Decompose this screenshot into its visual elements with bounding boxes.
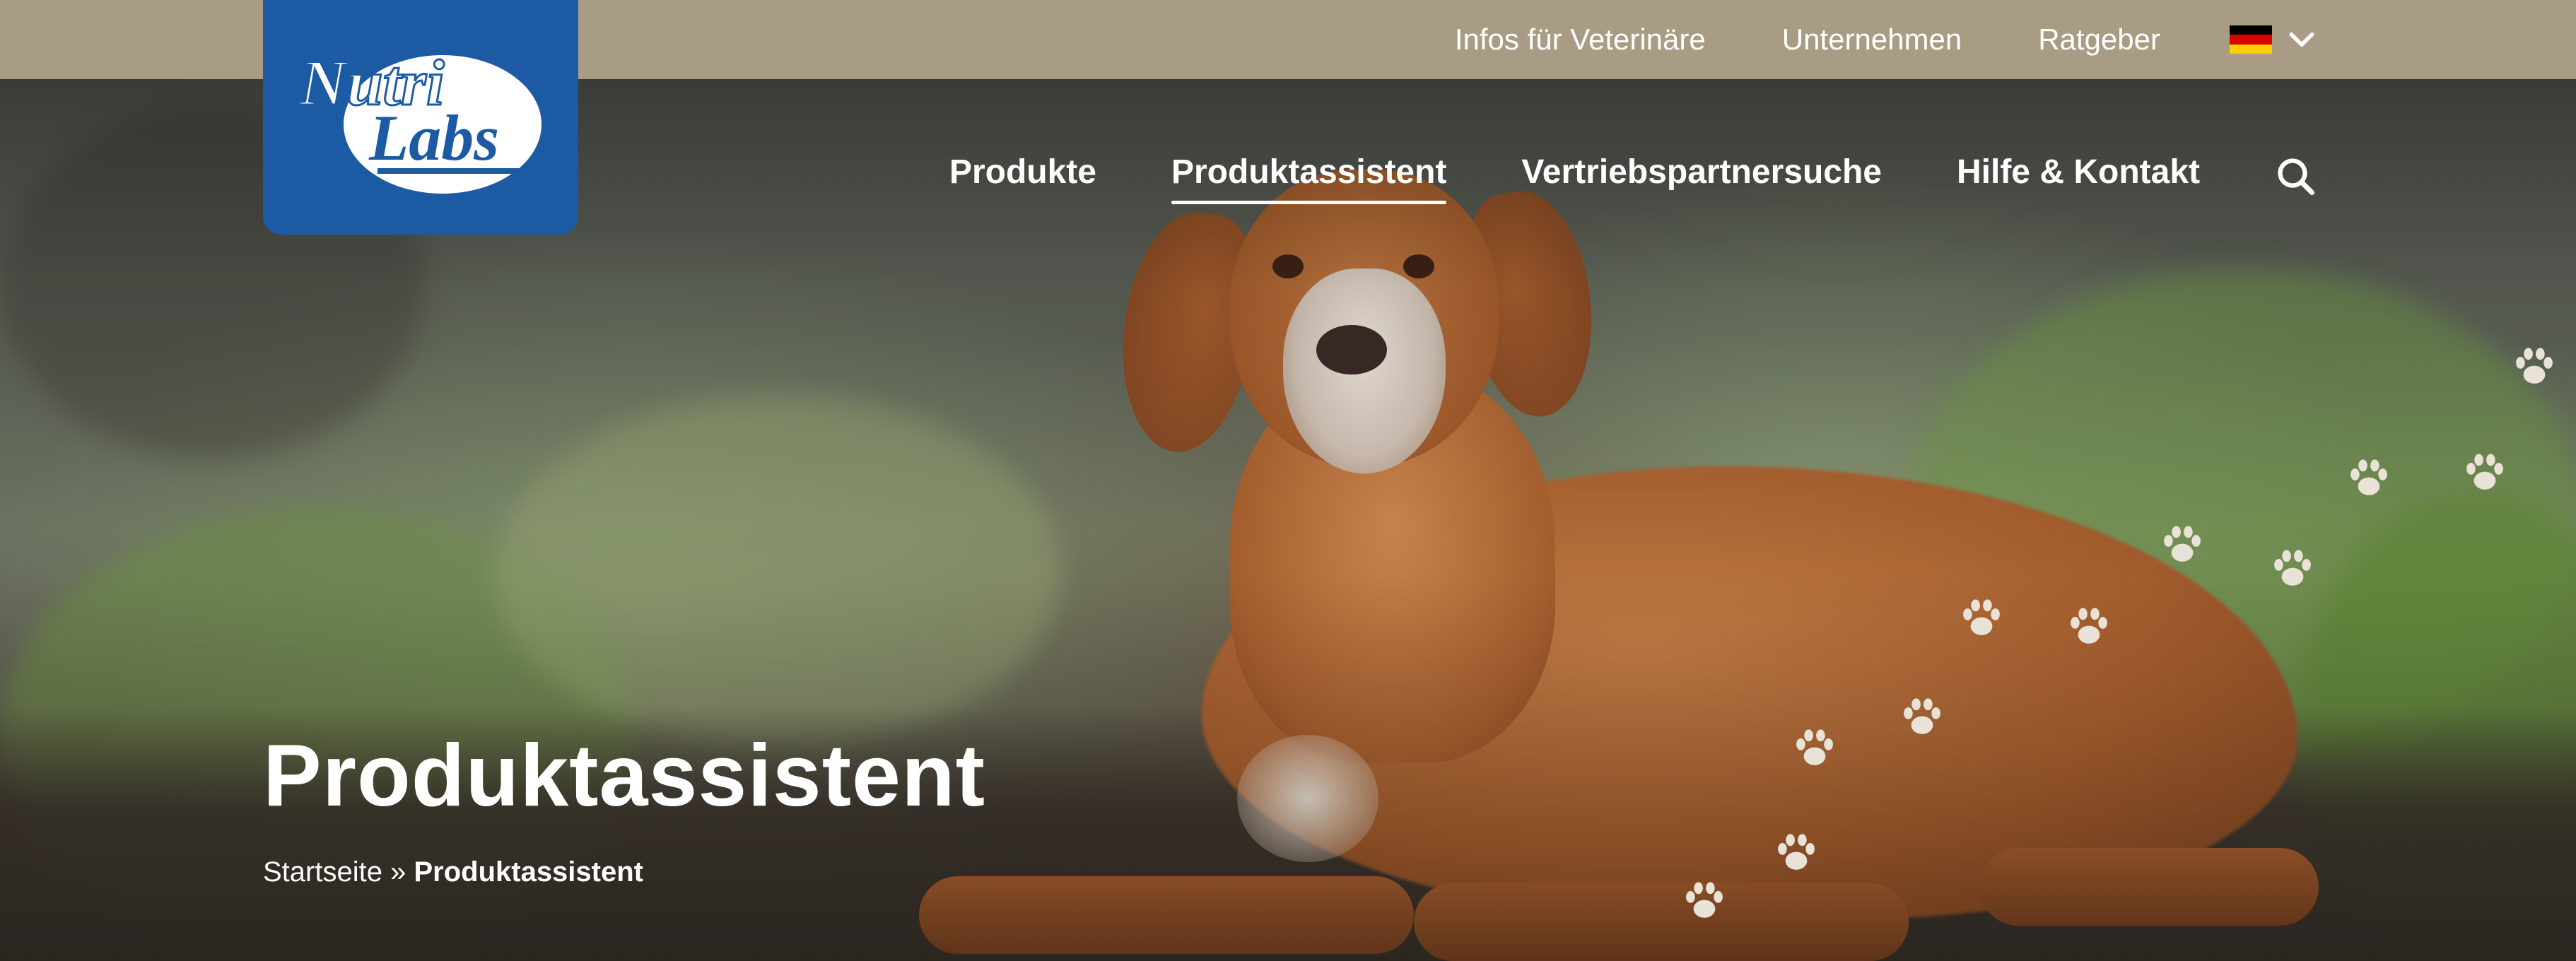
paw-print-icon [2158, 520, 2207, 570]
nav-item-hilfe-kontakt[interactable]: Hilfe & Kontakt [1957, 153, 2200, 201]
language-selector[interactable] [2230, 24, 2317, 55]
utility-link-unternehmen[interactable]: Unternehmen [1782, 23, 1962, 57]
paw-print-icon [1790, 724, 1839, 773]
breadcrumb-separator: » [390, 856, 414, 888]
paw-print-icon [2510, 342, 2559, 391]
chevron-down-icon [2289, 32, 2314, 47]
paw-print-icon [1680, 876, 1729, 926]
nav-item-vertriebspartnersuche[interactable]: Vertriebspartnersuche [1521, 153, 1882, 201]
paw-print-icon [1772, 828, 1821, 878]
main-nav: Produkte Produktassistent Vertriebspartn… [949, 141, 2317, 212]
nutrilabs-logo[interactable]: Nutri Labs [263, 0, 578, 235]
page-title: Produktassistent [263, 727, 986, 825]
nutrilabs-logo-mark: Nutri Labs [298, 46, 541, 194]
breadcrumb-current: Produktassistent [414, 856, 643, 888]
utility-nav: Infos für Veterinäre Unternehmen Ratgebe… [1455, 0, 2317, 79]
breadcrumb-home-link[interactable]: Startseite [263, 856, 382, 888]
breadcrumb: Startseite » Produktassistent [263, 856, 643, 888]
de-flag-icon [2230, 25, 2272, 54]
paw-print-icon [1957, 594, 2006, 643]
paw-print-icon [1897, 692, 1947, 742]
paw-print-icon [2344, 454, 2394, 503]
paw-print-icon [2268, 544, 2317, 594]
search-icon[interactable] [2275, 155, 2317, 198]
utility-link-veterinaere[interactable]: Infos für Veterinäre [1455, 23, 1706, 57]
nav-item-produktassistent[interactable]: Produktassistent [1171, 153, 1447, 204]
paw-print-icon [2064, 602, 2114, 652]
svg-text:Labs: Labs [368, 102, 499, 174]
nav-item-produkte[interactable]: Produkte [949, 153, 1096, 201]
paw-print-icon [2460, 448, 2510, 497]
utility-link-ratgeber[interactable]: Ratgeber [2038, 23, 2160, 57]
